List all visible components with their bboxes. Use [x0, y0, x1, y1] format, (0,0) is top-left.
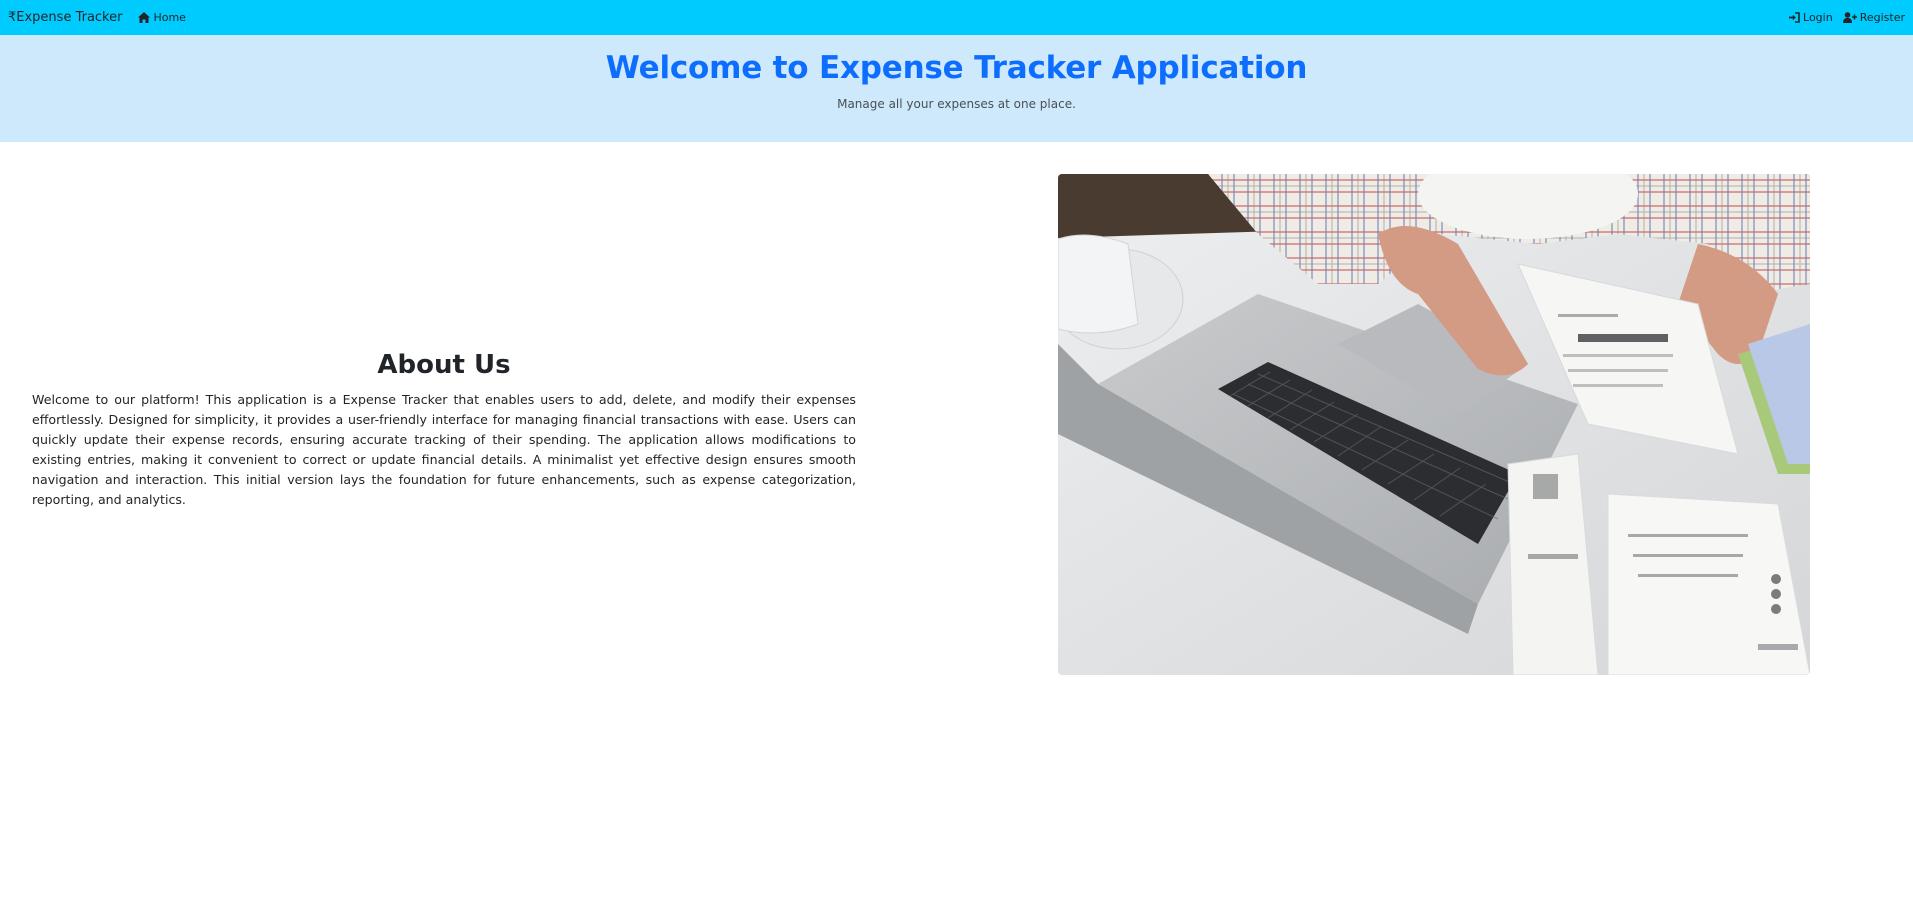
- brand-link[interactable]: ₹Expense Tracker: [8, 10, 122, 25]
- navbar-right: Login Register: [1779, 0, 1905, 35]
- navbar-left: ₹Expense Tracker Home: [8, 0, 186, 35]
- nav-home-link[interactable]: Home: [138, 11, 186, 24]
- nav-home-label: Home: [153, 11, 186, 24]
- nav-register-label: Register: [1859, 11, 1905, 24]
- login-icon: [1789, 12, 1800, 23]
- nav-login-label: Login: [1803, 11, 1833, 24]
- page-title: Welcome to Expense Tracker Application: [605, 50, 1308, 86]
- user-plus-icon: [1842, 12, 1857, 23]
- laptop-receipts-photo: [1058, 174, 1810, 675]
- page-subtitle: Manage all your expenses at one place.: [837, 97, 1076, 111]
- home-icon: [138, 12, 151, 23]
- top-navbar: ₹Expense Tracker Home Login Register: [0, 0, 1913, 35]
- brand-label: ₹Expense Tracker: [8, 10, 123, 25]
- about-body: Welcome to our platform! This applicatio…: [32, 392, 856, 507]
- nav-login-link[interactable]: Login: [1789, 11, 1833, 24]
- hero-banner: Welcome to Expense Tracker Application M…: [0, 35, 1913, 142]
- about-heading: About Us: [377, 350, 511, 380]
- photo-illustration: [1058, 174, 1810, 675]
- nav-register-link[interactable]: Register: [1842, 11, 1905, 24]
